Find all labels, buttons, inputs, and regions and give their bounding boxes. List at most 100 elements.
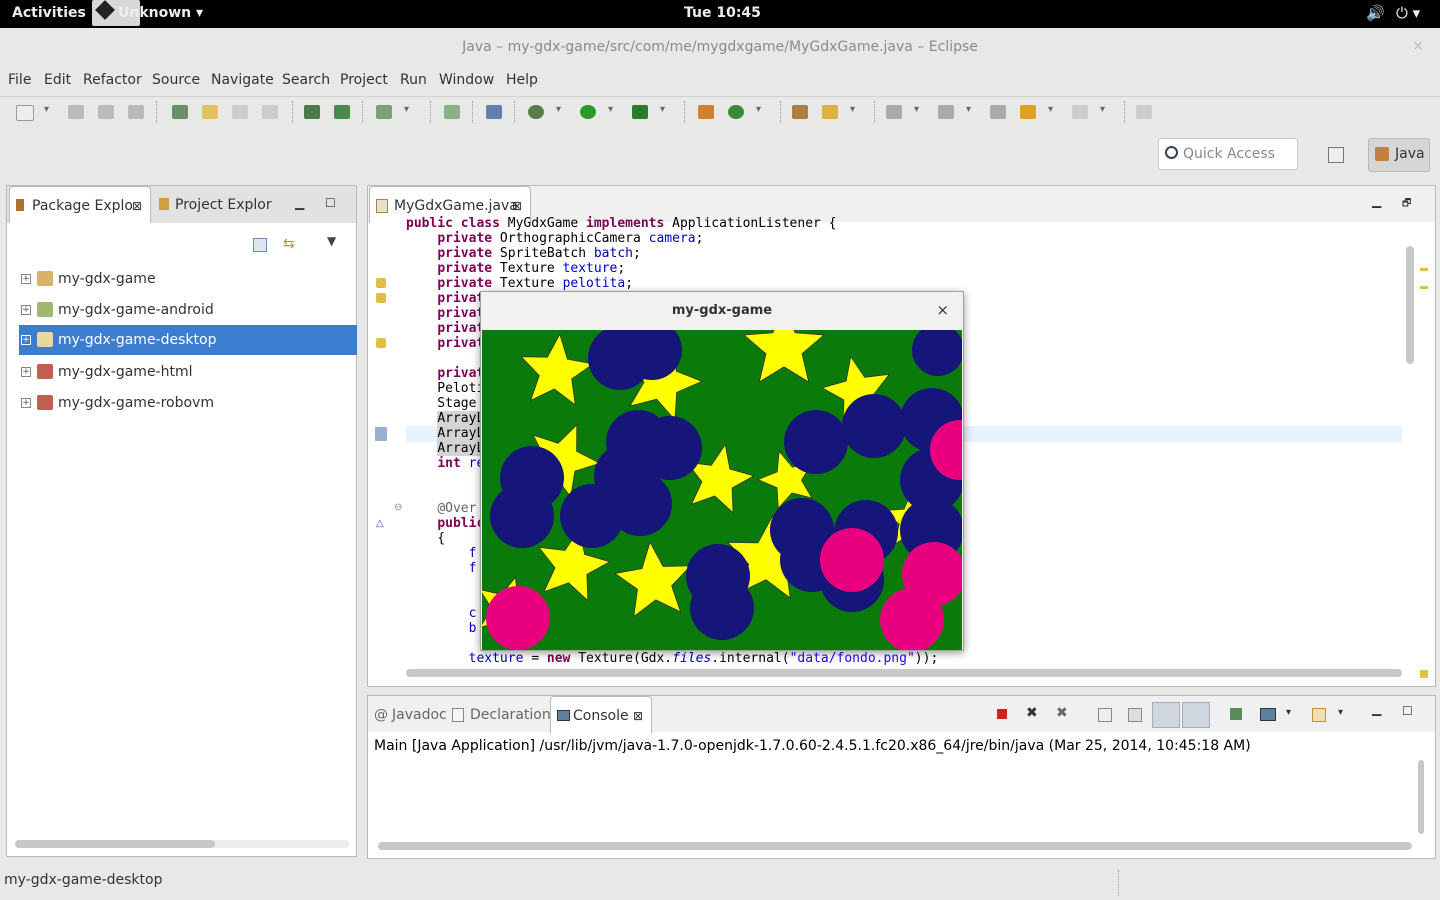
next-annotation-dropdown-icon[interactable]: ▾ — [914, 104, 919, 115]
expand-icon[interactable]: + — [21, 305, 31, 315]
expand-icon[interactable]: + — [21, 398, 31, 408]
pin-console-icon[interactable] — [1230, 708, 1242, 720]
open-file-icon[interactable] — [444, 105, 460, 119]
quick-access-field[interactable]: Quick Access — [1158, 138, 1298, 170]
link-editor-icon[interactable]: ⇆ — [283, 236, 295, 252]
activities-button[interactable]: Activities — [12, 5, 86, 21]
clear-console-icon[interactable] — [1098, 708, 1112, 722]
show-on-output-icon[interactable] — [1152, 702, 1180, 728]
menu-edit[interactable]: Edit — [44, 72, 71, 88]
overview-status-icon[interactable] — [1420, 670, 1428, 678]
tree-project-my-gdx-game[interactable]: + my-gdx-game — [19, 264, 357, 294]
warning-marker-icon[interactable] — [376, 293, 386, 303]
horizontal-scrollbar[interactable] — [378, 842, 1412, 850]
overview-warning-mark[interactable] — [1420, 268, 1428, 271]
open-type-icon[interactable] — [172, 105, 188, 119]
run-dropdown-icon[interactable]: ▾ — [608, 104, 613, 115]
remove-all-icon[interactable]: ✖ — [1056, 705, 1068, 721]
next-annotation-icon[interactable] — [886, 105, 902, 119]
view-menu-icon[interactable]: ▼ — [327, 234, 336, 248]
horizontal-scrollbar[interactable] — [15, 840, 215, 848]
java-perspective-button[interactable]: Java — [1368, 138, 1430, 172]
menu-file[interactable]: File — [8, 72, 31, 88]
open-console-dropdown-icon[interactable]: ▾ — [1338, 707, 1343, 718]
open-console-icon[interactable] — [1312, 708, 1326, 722]
back-dropdown-icon[interactable]: ▾ — [1048, 104, 1053, 115]
tab-console[interactable]: Console ⊠ — [550, 696, 652, 733]
back-icon[interactable] — [1020, 105, 1036, 119]
tree-project-my-gdx-game-android[interactable]: + my-gdx-game-android — [19, 295, 357, 325]
last-edit-icon[interactable] — [990, 105, 1006, 119]
expand-icon[interactable]: + — [21, 274, 31, 284]
window-close-icon[interactable]: × — [1412, 38, 1424, 54]
external-dropdown-icon[interactable]: ▾ — [660, 104, 665, 115]
fold-icon[interactable]: ⊖ — [394, 502, 402, 513]
search-dropdown-icon[interactable]: ▾ — [850, 104, 855, 115]
new-dropdown-icon[interactable]: ▾ — [44, 104, 49, 115]
vertical-scrollbar[interactable] — [1406, 246, 1414, 364]
collapse-all-icon[interactable] — [253, 238, 267, 252]
menu-run[interactable]: Run — [400, 72, 427, 88]
terminate-icon[interactable] — [997, 709, 1007, 719]
download-icon[interactable] — [304, 105, 320, 119]
forward-dropdown-icon[interactable]: ▾ — [1100, 104, 1105, 115]
prev-annotation-dropdown-icon[interactable]: ▾ — [966, 104, 971, 115]
debug-dropdown-icon[interactable]: ▾ — [556, 104, 561, 115]
restore-icon[interactable]: 🗗 — [1402, 196, 1411, 213]
overview-warning-mark[interactable] — [1420, 286, 1428, 289]
task-icon[interactable] — [376, 105, 392, 119]
tab-declaration[interactable]: Declaration — [452, 696, 551, 732]
horizontal-scrollbar[interactable] — [406, 669, 1402, 677]
tab-project-explorer[interactable]: Project Explor — [155, 186, 285, 222]
scroll-lock-icon[interactable] — [1128, 708, 1142, 722]
clock[interactable]: Tue 10:45 — [684, 5, 761, 21]
prev-annotation-icon[interactable] — [938, 105, 954, 119]
debug-icon[interactable] — [528, 105, 544, 119]
run-icon[interactable] — [580, 105, 596, 119]
volume-icon[interactable]: 🔊 — [1366, 4, 1385, 22]
maximize-icon[interactable]: ☐ — [325, 196, 336, 210]
new-java-project-icon[interactable] — [698, 105, 714, 119]
close-icon[interactable]: ⊠ — [132, 187, 142, 225]
tree-project-my-gdx-game-desktop[interactable]: + my-gdx-game-desktop — [19, 325, 357, 355]
block-icon[interactable] — [262, 105, 278, 119]
tab-package-explorer[interactable]: Package Explo ⊠ — [9, 186, 151, 223]
tree-project-my-gdx-game-html[interactable]: + my-gdx-game-html — [19, 357, 357, 387]
open-perspective-icon[interactable] — [1328, 147, 1344, 163]
maximize-icon[interactable]: ☐ — [1402, 704, 1413, 718]
show-on-error-icon[interactable] — [1182, 702, 1210, 728]
app-menu[interactable]: Unknown ▾ — [118, 5, 203, 21]
warning-marker-icon[interactable] — [376, 338, 386, 348]
run-external-icon[interactable] — [632, 105, 648, 119]
save-icon[interactable] — [68, 105, 84, 119]
power-icon[interactable]: ⏻ ▾ — [1396, 4, 1420, 22]
new-class-icon[interactable] — [728, 105, 744, 119]
tab-javadoc[interactable]: @ Javadoc — [374, 696, 448, 732]
new-icon[interactable] — [16, 105, 34, 121]
expand-icon[interactable]: + — [21, 335, 31, 345]
search-wand-icon[interactable] — [822, 105, 838, 119]
vertical-scrollbar[interactable] — [1418, 760, 1424, 834]
forward-icon[interactable] — [1072, 105, 1088, 119]
tree-project-my-gdx-game-robovm[interactable]: + my-gdx-game-robovm — [19, 388, 357, 418]
menu-source[interactable]: Source — [152, 72, 200, 88]
remove-launch-icon[interactable]: ✖ — [1026, 705, 1038, 721]
minimize-icon[interactable]: ▁ — [1372, 194, 1381, 208]
game-canvas[interactable] — [482, 330, 962, 650]
override-marker-icon[interactable]: △ — [376, 518, 384, 529]
pin-editor-icon[interactable] — [1136, 105, 1152, 119]
edit-icon[interactable] — [202, 105, 218, 119]
display-console-dropdown-icon[interactable]: ▾ — [1286, 707, 1291, 718]
minimize-icon[interactable]: ▁ — [295, 196, 304, 210]
minimize-icon[interactable]: ▁ — [1372, 702, 1381, 716]
close-icon[interactable]: ⊠ — [633, 697, 643, 735]
menu-window[interactable]: Window — [439, 72, 494, 88]
menu-refactor[interactable]: Refactor — [83, 72, 142, 88]
menu-help[interactable]: Help — [506, 72, 538, 88]
menu-project[interactable]: Project — [340, 72, 388, 88]
display-console-icon[interactable] — [1260, 708, 1276, 721]
task-dropdown-icon[interactable]: ▾ — [404, 104, 409, 115]
game-window[interactable]: my-gdx-game × — [480, 291, 964, 651]
menu-navigate[interactable]: Navigate — [211, 72, 274, 88]
game-window-close-icon[interactable]: × — [936, 301, 949, 319]
